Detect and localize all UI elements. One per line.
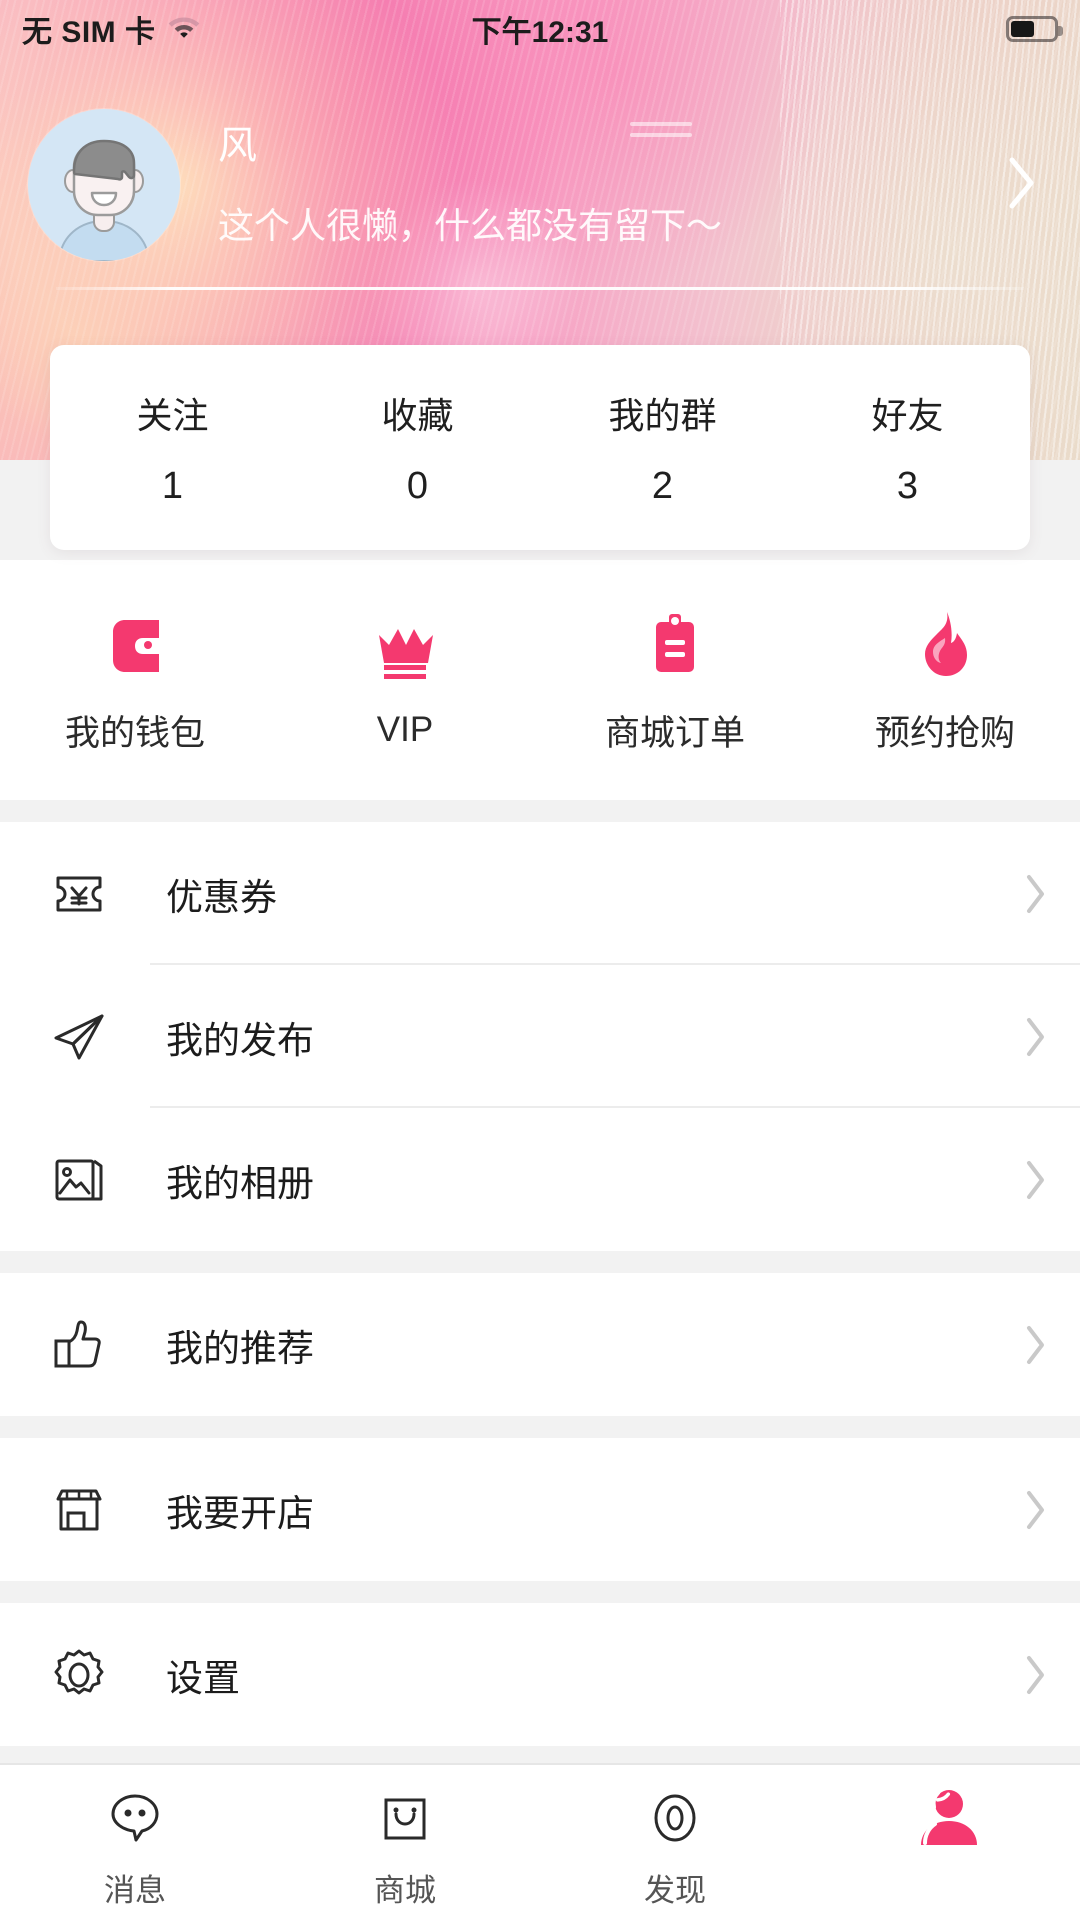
stat-item-following[interactable]: 关注 1 (50, 387, 295, 508)
menu-group-2: 我的推荐 (0, 1273, 1080, 1416)
wallet-icon (99, 605, 171, 683)
chevron-right-icon (1008, 1324, 1048, 1366)
user-bio: 这个人很懒，什么都没有留下～ (218, 204, 723, 246)
gear-icon (48, 1646, 110, 1704)
shopping-bag-icon (372, 1781, 438, 1857)
avatar[interactable] (28, 109, 180, 261)
status-bar-right (1006, 16, 1063, 42)
quick-action-vip[interactable]: VIP (270, 610, 540, 750)
photo-album-icon (48, 1151, 110, 1209)
flame-icon (909, 605, 981, 683)
section-gap (0, 1416, 1080, 1438)
stat-item-my-groups[interactable]: 我的群 2 (540, 387, 785, 508)
menu-item-coupons[interactable]: 优惠券 (0, 822, 1080, 965)
tab-label: 商城 (374, 1873, 436, 1908)
stats-card: 关注 1 收藏 0 我的群 2 好友 3 (50, 345, 1030, 550)
menu-item-my-recommendations[interactable]: 我的推荐 (0, 1273, 1080, 1416)
quick-action-label: 商城订单 (604, 713, 745, 753)
thumbs-up-icon (48, 1316, 110, 1374)
stat-label: 好友 (871, 395, 944, 436)
quick-action-wallet[interactable]: 我的钱包 (0, 605, 270, 756)
status-bar: 无 SIM 卡 下午12:31 (0, 0, 1080, 58)
menu-item-my-posts[interactable]: 我的发布 (0, 965, 1080, 1108)
tab-label: 消息 (104, 1873, 166, 1908)
menu-item-label: 设置 (166, 1657, 240, 1699)
stat-value: 3 (896, 465, 919, 507)
eye-icon (642, 1781, 708, 1857)
stat-value: 0 (406, 465, 429, 507)
storefront-icon (48, 1481, 110, 1539)
stat-label: 收藏 (381, 395, 454, 436)
menu-item-my-album[interactable]: 我的相册 (0, 1108, 1080, 1251)
quick-action-label: 我的钱包 (64, 713, 205, 753)
person-icon (909, 1781, 981, 1857)
stat-label: 关注 (136, 395, 209, 436)
menu-item-label: 我的推荐 (166, 1327, 314, 1369)
quick-actions: 我的钱包 VIP 商城订单 预约抢购 (0, 560, 1080, 800)
menu-group-1: 优惠券 我的发布 我的相册 (0, 822, 1080, 1251)
profile-row[interactable]: 风 这个人很懒，什么都没有留下～ (0, 85, 1080, 285)
menu-item-label: 我要开店 (166, 1492, 314, 1534)
tab-label: 发现 (644, 1873, 706, 1908)
crown-icon (369, 610, 441, 688)
menu-item-open-shop[interactable]: 我要开店 (0, 1438, 1080, 1581)
profile-chevron[interactable] (992, 156, 1052, 215)
clipboard-icon (639, 605, 711, 683)
section-gap (0, 1251, 1080, 1273)
coupon-icon (48, 865, 110, 923)
chat-bubble-icon (102, 1781, 168, 1857)
menu-item-settings[interactable]: 设置 (0, 1603, 1080, 1746)
section-gap (0, 1746, 1080, 1763)
quick-action-label: VIP (376, 710, 434, 749)
stat-item-friends[interactable]: 好友 3 (785, 387, 1030, 508)
quick-action-flash-sale[interactable]: 预约抢购 (810, 605, 1080, 756)
menu-group-3: 我要开店 (0, 1438, 1080, 1581)
profile-info: 风 这个人很懒，什么都没有留下～ (218, 123, 992, 247)
chevron-right-icon (1008, 1654, 1048, 1696)
quick-action-label: 预约抢购 (874, 713, 1015, 753)
tab-profile[interactable] (810, 1765, 1080, 1865)
stat-value: 2 (651, 465, 674, 507)
chevron-right-icon (1007, 156, 1037, 215)
bottom-tab-bar: 消息 商城 发现 (0, 1763, 1080, 1920)
chevron-right-icon (1008, 1016, 1048, 1058)
section-gap (0, 1581, 1080, 1603)
battery-fill (1011, 21, 1035, 37)
stat-label: 我的群 (608, 395, 717, 436)
tab-discover[interactable]: 发现 (540, 1765, 810, 1910)
menu-item-label: 我的相册 (166, 1162, 314, 1204)
paper-plane-icon (48, 1008, 110, 1066)
chevron-right-icon (1008, 1159, 1048, 1201)
menu-group-4: 设置 (0, 1603, 1080, 1746)
stat-item-favorites[interactable]: 收藏 0 (295, 387, 540, 508)
status-bar-time: 下午12:31 (471, 16, 609, 49)
section-gap (0, 800, 1080, 822)
menu-item-label: 优惠券 (166, 876, 277, 918)
quick-action-mall-orders[interactable]: 商城订单 (540, 605, 810, 756)
chevron-right-icon (1008, 1489, 1048, 1531)
stat-value: 1 (161, 465, 184, 507)
menu-item-label: 我的发布 (166, 1019, 314, 1061)
user-name: 风 (218, 125, 258, 169)
profile-screen: 无 SIM 卡 下午12:31 风 这个人很懒，什么都没有留下～ 关注 1 收藏… (0, 0, 1080, 1920)
header-divider (56, 287, 1024, 290)
chevron-right-icon (1008, 873, 1048, 915)
tab-mall[interactable]: 商城 (270, 1765, 540, 1910)
battery-icon (1006, 16, 1063, 42)
tab-messages[interactable]: 消息 (0, 1765, 270, 1910)
